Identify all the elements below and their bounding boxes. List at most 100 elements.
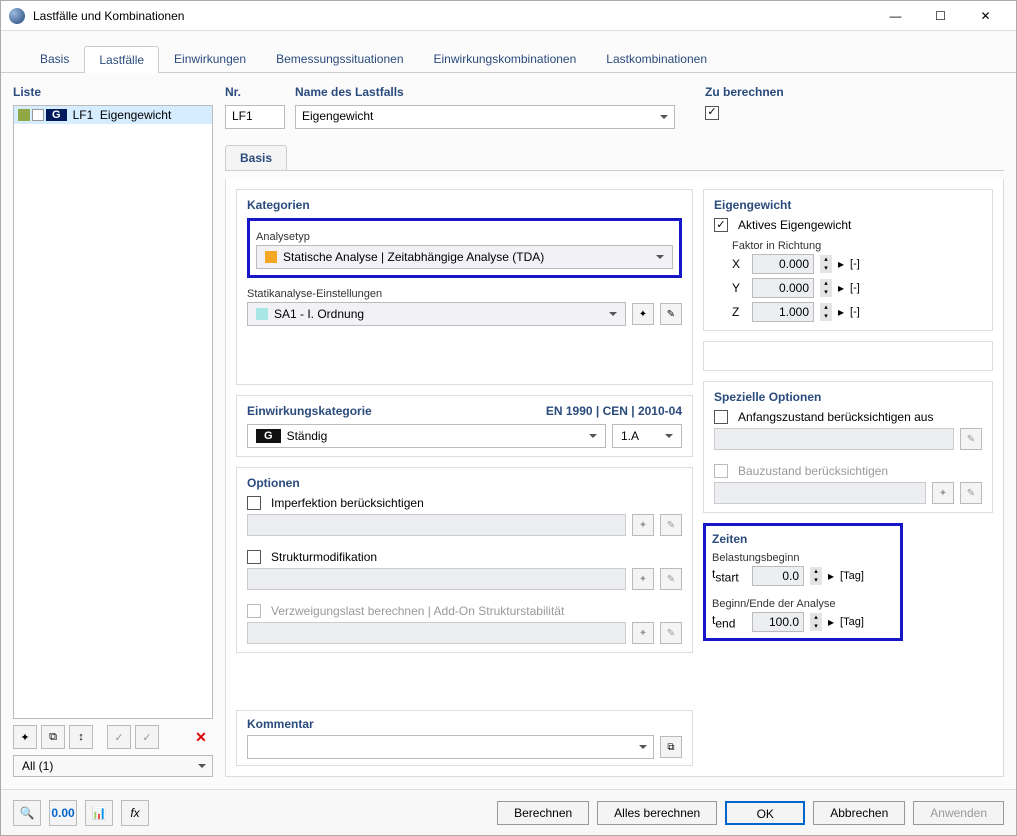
y-input[interactable] xyxy=(752,278,814,298)
einwirkung-code-dropdown[interactable]: 1.A xyxy=(612,424,682,448)
beginn-label: Beginn/Ende der Analyse xyxy=(712,598,894,610)
z-up[interactable]: ▴ xyxy=(820,303,832,312)
subtab-basis[interactable]: Basis xyxy=(225,145,287,170)
filter-combo[interactable]: All (1) xyxy=(13,755,213,777)
aktiv-checkbox[interactable] xyxy=(714,218,728,232)
x-label: X xyxy=(732,257,746,271)
tab-lastkombinationen[interactable]: Lastkombinationen xyxy=(591,45,722,72)
statik-new-button[interactable]: ✦ xyxy=(632,303,654,325)
maximize-button[interactable]: ☐ xyxy=(918,2,963,30)
berechnen-button[interactable]: Berechnen xyxy=(497,801,589,825)
name-input[interactable]: Eigengewicht xyxy=(295,105,675,129)
copy-button[interactable]: ⧉ xyxy=(41,725,65,749)
kommentar-panel: Kommentar ⧉ xyxy=(236,710,693,766)
check-button-2[interactable]: ✓ xyxy=(135,725,159,749)
sort-button[interactable]: ↕ xyxy=(69,725,93,749)
imperfektion-field xyxy=(247,514,626,536)
new-button[interactable]: ✦ xyxy=(13,725,37,749)
loadcase-list[interactable]: G LF1 Eigengewicht xyxy=(13,105,213,719)
tend-input[interactable] xyxy=(752,612,804,632)
struktur-checkbox[interactable] xyxy=(247,550,261,564)
delete-button[interactable]: ✕ xyxy=(189,725,213,749)
spacer-panel-1 xyxy=(703,341,993,371)
alles-berechnen-button[interactable]: Alles berechnen xyxy=(597,801,717,825)
x-down[interactable]: ▾ xyxy=(820,264,832,273)
belastung-label: Belastungsbeginn xyxy=(712,552,894,564)
tstart-input[interactable] xyxy=(752,566,804,586)
tstart-unit: [Tag] xyxy=(840,570,864,582)
einwirkung-badge: G xyxy=(256,429,281,443)
imperfektion-btn1: ✦ xyxy=(632,514,654,536)
y-arrow-icon[interactable]: ▸ xyxy=(838,281,844,295)
verzweig-field xyxy=(247,622,626,644)
statik-edit-button[interactable]: ✎ xyxy=(660,303,682,325)
tab-basis[interactable]: Basis xyxy=(25,45,84,72)
tstart-arrow-icon[interactable]: ▸ xyxy=(828,569,834,583)
nr-input[interactable]: LF1 xyxy=(225,105,285,129)
tab-einwirkungskombinationen[interactable]: Einwirkungskombinationen xyxy=(419,45,592,72)
aktiv-label: Aktives Eigengewicht xyxy=(738,218,851,232)
tool-button-2[interactable]: fx xyxy=(121,800,149,826)
ok-button[interactable]: OK xyxy=(725,801,805,825)
eigengewicht-panel: Eigengewicht Aktives Eigengewicht Faktor… xyxy=(703,189,993,331)
z-input[interactable] xyxy=(752,302,814,322)
kommentar-label: Kommentar xyxy=(247,717,682,731)
anfang-checkbox[interactable] xyxy=(714,410,728,424)
x-up[interactable]: ▴ xyxy=(820,255,832,264)
struktur-btn1: ✦ xyxy=(632,568,654,590)
anwenden-button: Anwenden xyxy=(913,801,1004,825)
kommentar-btn[interactable]: ⧉ xyxy=(660,736,682,758)
titlebar: Lastfälle und Kombinationen — ☐ ✕ xyxy=(1,1,1016,31)
units-button[interactable]: 0.00 xyxy=(49,800,77,826)
einwirkung-code: 1.A xyxy=(621,429,639,443)
x-arrow-icon[interactable]: ▸ xyxy=(838,257,844,271)
z-down[interactable]: ▾ xyxy=(820,312,832,321)
list-item[interactable]: G LF1 Eigengewicht xyxy=(14,106,212,124)
struktur-btn2: ✎ xyxy=(660,568,682,590)
tend-arrow-icon[interactable]: ▸ xyxy=(828,615,834,629)
statik-label: Statikanalyse-Einstellungen xyxy=(247,288,682,300)
anfang-label: Anfangszustand berücksichtigen aus xyxy=(738,410,933,424)
bauzustand-checkbox xyxy=(714,464,728,478)
tend-up[interactable]: ▴ xyxy=(810,613,822,622)
z-arrow-icon[interactable]: ▸ xyxy=(838,305,844,319)
zeiten-header: Zeiten xyxy=(712,532,894,546)
einwirkung-panel: Einwirkungskategorie EN 1990 | CEN | 201… xyxy=(236,395,693,457)
y-up[interactable]: ▴ xyxy=(820,279,832,288)
x-input[interactable] xyxy=(752,254,814,274)
color-swatch-1 xyxy=(18,109,30,121)
filter-value: All (1) xyxy=(22,759,53,773)
verzweig-btn2: ✎ xyxy=(660,622,682,644)
imperfektion-checkbox[interactable] xyxy=(247,496,261,510)
abbrechen-button[interactable]: Abbrechen xyxy=(813,801,905,825)
check-button-1[interactable]: ✓ xyxy=(107,725,131,749)
bauzustand-field xyxy=(714,482,926,504)
tab-einwirkungen[interactable]: Einwirkungen xyxy=(159,45,261,72)
kommentar-input[interactable] xyxy=(247,735,654,759)
analysetyp-dropdown[interactable]: Statische Analyse | Zeitabhängige Analys… xyxy=(256,245,673,269)
bauzustand-btn2: ✎ xyxy=(960,482,982,504)
tstart-up[interactable]: ▴ xyxy=(810,567,822,576)
list-item-name: Eigengewicht xyxy=(100,108,171,122)
verzweig-label: Verzweigungslast berechnen | Add-On Stru… xyxy=(271,604,564,618)
tab-lastfaelle[interactable]: Lastfälle xyxy=(84,46,159,73)
tstart-label: tstart xyxy=(712,567,746,584)
category-badge: G xyxy=(46,109,67,121)
minimize-button[interactable]: — xyxy=(873,2,918,30)
tab-bemessungssituationen[interactable]: Bemessungssituationen xyxy=(261,45,418,72)
calc-checkbox[interactable] xyxy=(705,106,719,120)
verzweig-checkbox xyxy=(247,604,261,618)
tool-button-1[interactable]: 📊 xyxy=(85,800,113,826)
help-button[interactable]: 🔍 xyxy=(13,800,41,826)
y-down[interactable]: ▾ xyxy=(820,288,832,297)
tend-down[interactable]: ▾ xyxy=(810,622,822,631)
tstart-down[interactable]: ▾ xyxy=(810,576,822,585)
cyan-icon xyxy=(256,308,268,320)
einwirkung-dropdown[interactable]: G Ständig xyxy=(247,424,606,448)
spezielle-header: Spezielle Optionen xyxy=(714,390,982,404)
struktur-label: Strukturmodifikation xyxy=(271,550,377,564)
statik-dropdown[interactable]: SA1 - I. Ordnung xyxy=(247,302,626,326)
faktor-label: Faktor in Richtung xyxy=(732,240,982,252)
name-label: Name des Lastfalls xyxy=(295,85,675,99)
close-button[interactable]: ✕ xyxy=(963,2,1008,30)
